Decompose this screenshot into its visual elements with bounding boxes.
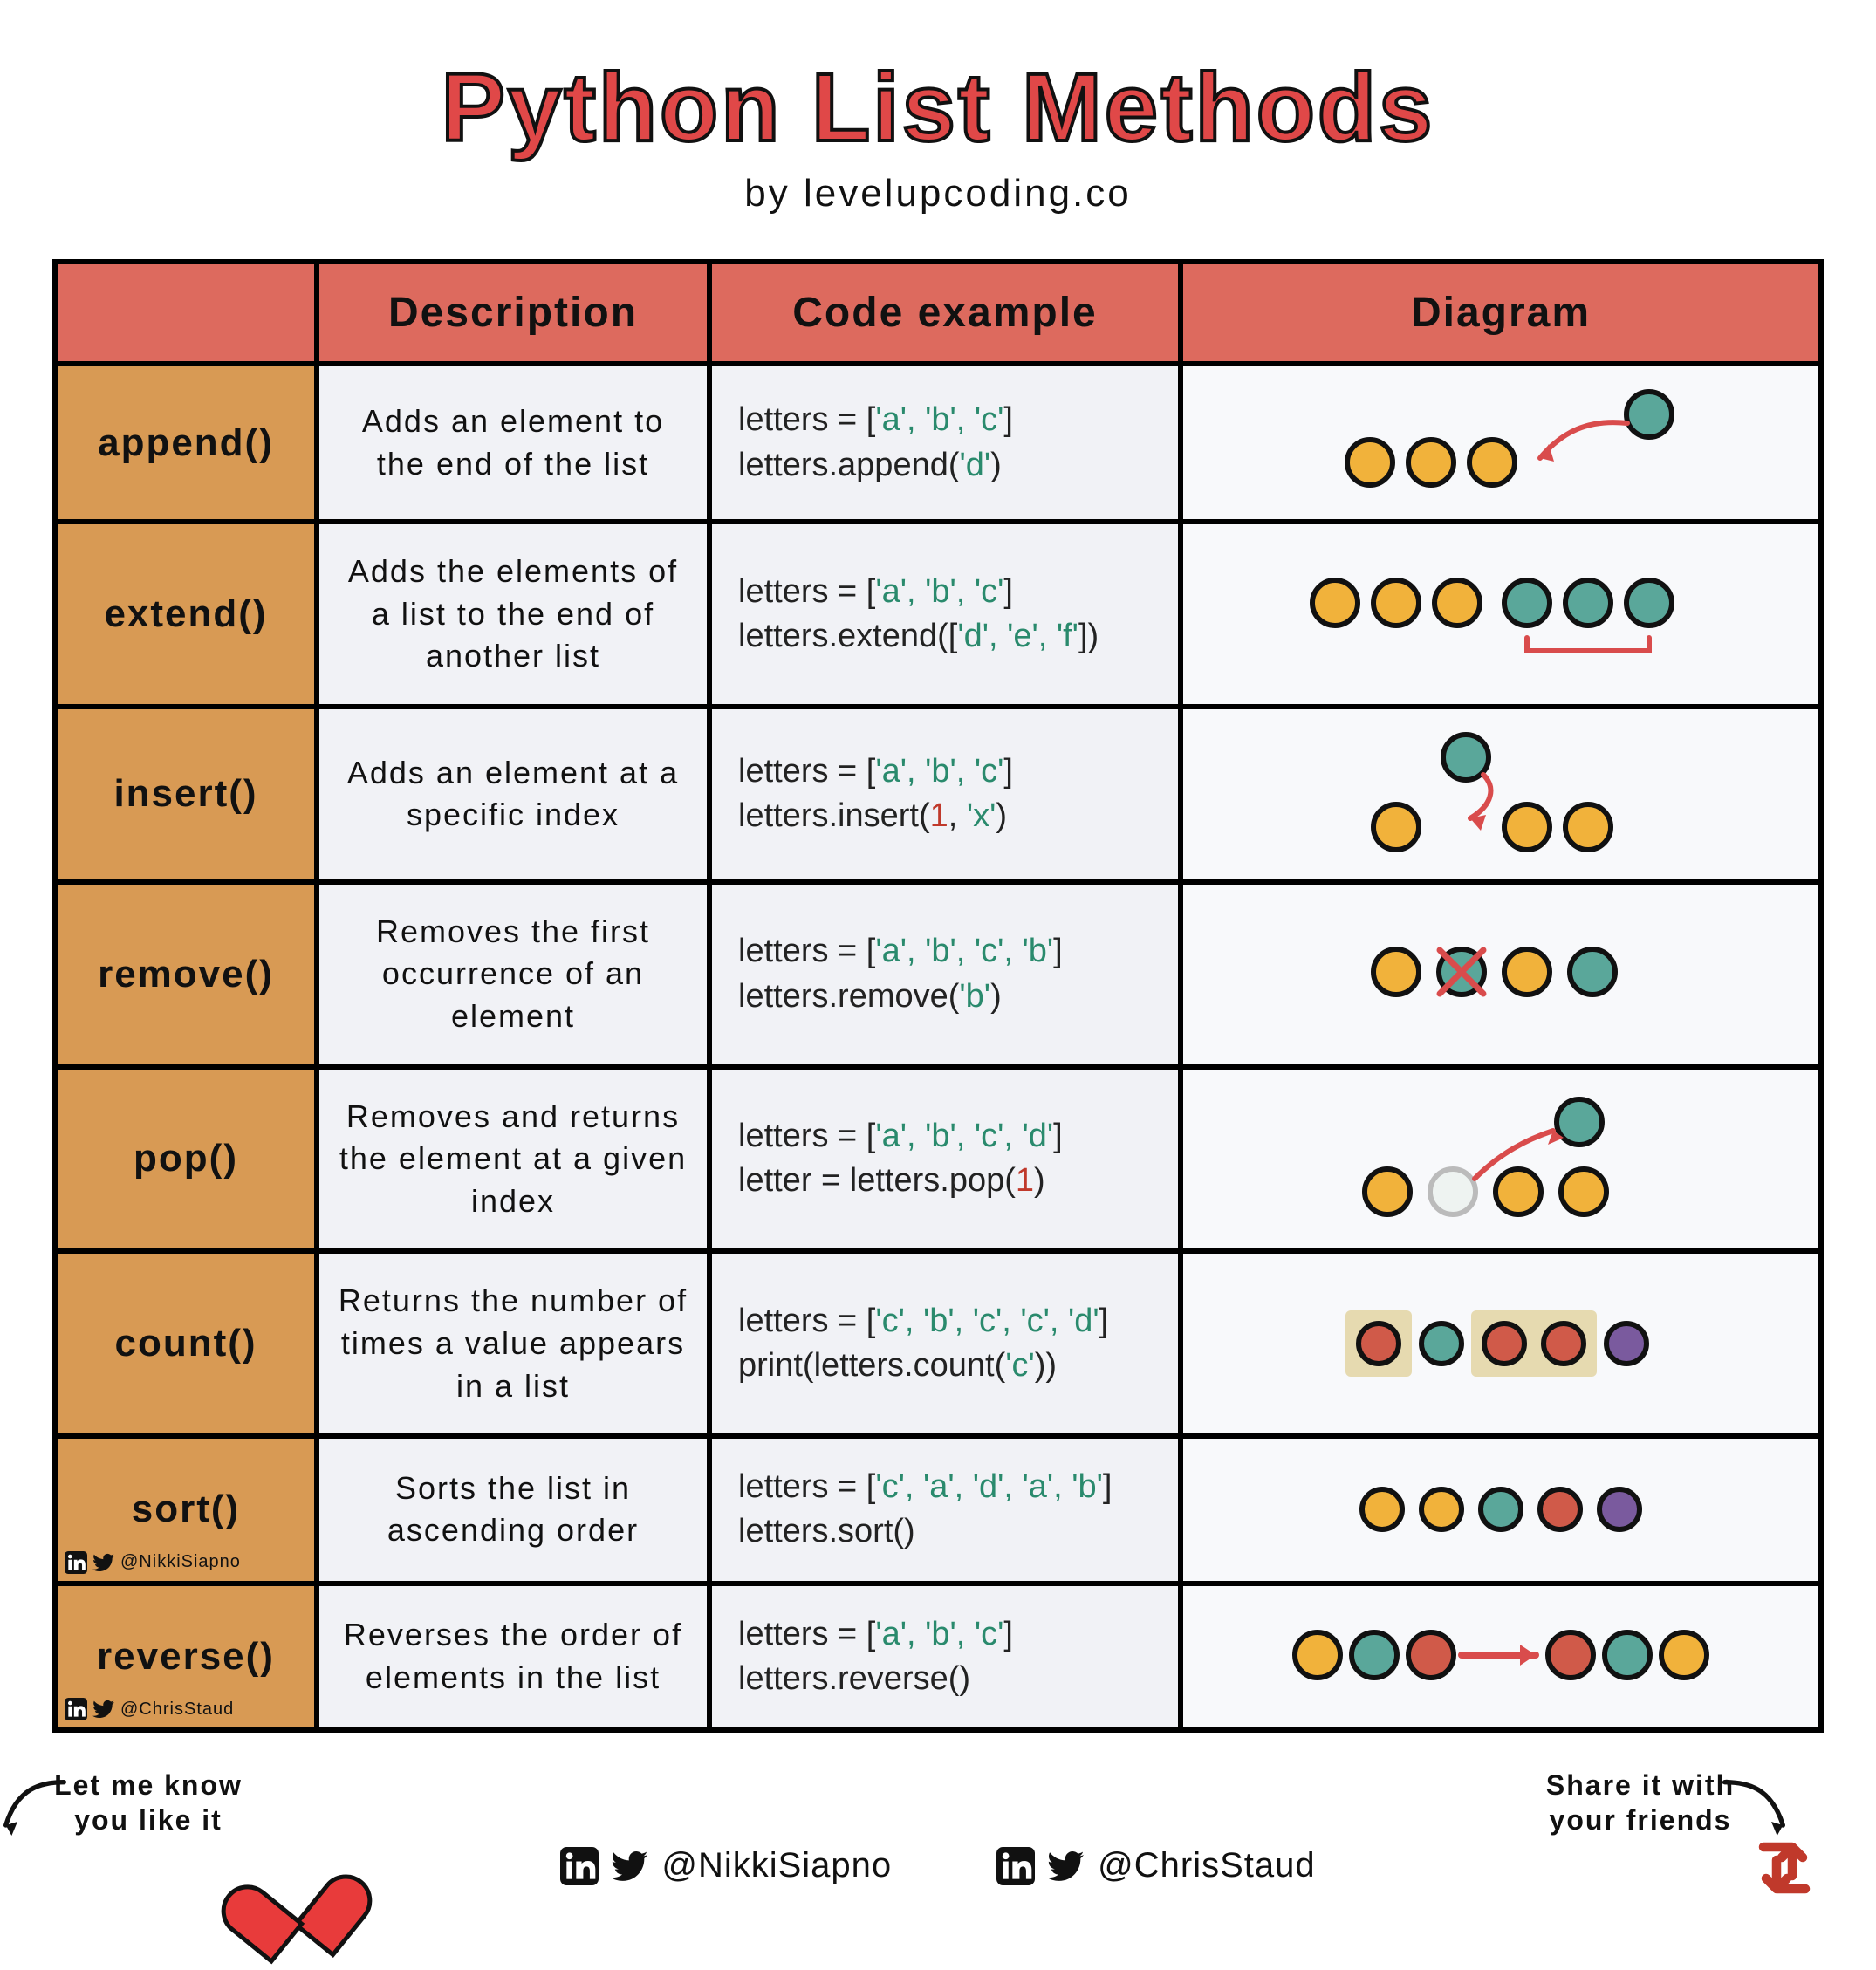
byline: by levelupcoding.co xyxy=(52,172,1824,215)
row-append: append() Adds an element to the end of t… xyxy=(55,364,1821,522)
row-pop: pop() Removes and returns the element at… xyxy=(55,1067,1821,1252)
method-name: sort() @NikkiSiapno xyxy=(55,1436,317,1584)
method-name: insert() xyxy=(55,707,317,882)
method-code: letters = ['a', 'b', 'c', 'd'] letter = … xyxy=(709,1067,1181,1252)
method-desc: Removes the first occurrence of an eleme… xyxy=(317,882,709,1067)
row-insert: insert() Adds an element at a specific i… xyxy=(55,707,1821,882)
twitter-icon xyxy=(611,1847,649,1885)
linkedin-icon xyxy=(560,1847,599,1885)
share-note: Share it with your friends xyxy=(1544,1768,1736,1837)
credit-nikki: @NikkiSiapno xyxy=(65,1551,241,1574)
method-desc: Removes and returns the element at a giv… xyxy=(317,1067,709,1252)
methods-table: Description Code example Diagram append(… xyxy=(52,259,1824,1733)
arrow-icon xyxy=(1719,1776,1789,1846)
linkedin-icon xyxy=(65,1698,87,1720)
method-code: letters = ['a', 'b', 'c'] letters.append… xyxy=(709,364,1181,522)
method-name: remove() xyxy=(55,882,317,1067)
credit-chris-footer[interactable]: @ChrisStaud xyxy=(996,1846,1315,1885)
method-code: letters = ['a', 'b', 'c'] letters.extend… xyxy=(709,522,1181,707)
method-desc: Adds an element to the end of the list xyxy=(317,364,709,522)
method-code: letters = ['a', 'b', 'c'] letters.revers… xyxy=(709,1584,1181,1731)
method-code: letters = ['a', 'b', 'c', 'b'] letters.r… xyxy=(709,882,1181,1067)
method-desc: Reverses the order of elements in the li… xyxy=(317,1584,709,1731)
col-description: Description xyxy=(317,262,709,364)
footer: Let me know you like it @NikkiSiapno @Ch… xyxy=(52,1768,1824,1916)
method-diagram xyxy=(1181,1067,1821,1252)
col-diagram: Diagram xyxy=(1181,262,1821,364)
method-code: letters = ['a', 'b', 'c'] letters.insert… xyxy=(709,707,1181,882)
twitter-icon xyxy=(92,1551,115,1574)
method-desc: Sorts the list in ascending order xyxy=(317,1436,709,1584)
row-count: count() Returns the number of times a va… xyxy=(55,1251,1821,1436)
method-code: letters = ['c', 'b', 'c', 'c', 'd'] prin… xyxy=(709,1251,1181,1436)
method-name: append() xyxy=(55,364,317,522)
heart-icon[interactable] xyxy=(253,1829,332,1916)
twitter-icon xyxy=(1047,1847,1085,1885)
method-desc: Adds the elements of a list to the end o… xyxy=(317,522,709,707)
method-diagram xyxy=(1181,882,1821,1067)
row-reverse: reverse() @ChrisStaud Reverses the order… xyxy=(55,1584,1821,1731)
col-code: Code example xyxy=(709,262,1181,364)
twitter-icon xyxy=(92,1698,115,1720)
arrow-icon xyxy=(0,1776,70,1846)
method-name: extend() xyxy=(55,522,317,707)
method-diagram xyxy=(1181,1251,1821,1436)
linkedin-icon xyxy=(996,1847,1035,1885)
row-extend: extend() Adds the elements of a list to … xyxy=(55,522,1821,707)
method-diagram xyxy=(1181,1436,1821,1584)
row-sort: sort() @NikkiSiapno Sorts the list in as… xyxy=(55,1436,1821,1584)
col-method xyxy=(55,262,317,364)
method-diagram xyxy=(1181,1584,1821,1731)
method-diagram xyxy=(1181,522,1821,707)
method-name: count() xyxy=(55,1251,317,1436)
method-desc: Returns the number of times a value appe… xyxy=(317,1251,709,1436)
method-code: letters = ['c', 'a', 'd', 'a', 'b'] lett… xyxy=(709,1436,1181,1584)
method-diagram xyxy=(1181,364,1821,522)
like-note: Let me know you like it xyxy=(52,1768,244,1837)
method-diagram xyxy=(1181,707,1821,882)
credit-nikki-footer[interactable]: @NikkiSiapno xyxy=(560,1846,892,1885)
page-title: Python List Methods xyxy=(52,52,1824,163)
credit-chris: @ChrisStaud xyxy=(65,1698,234,1720)
method-name: reverse() @ChrisStaud xyxy=(55,1584,317,1731)
linkedin-icon xyxy=(65,1551,87,1574)
method-name: pop() xyxy=(55,1067,317,1252)
method-desc: Adds an element at a specific index xyxy=(317,707,709,882)
row-remove: remove() Removes the first occurrence of… xyxy=(55,882,1821,1067)
